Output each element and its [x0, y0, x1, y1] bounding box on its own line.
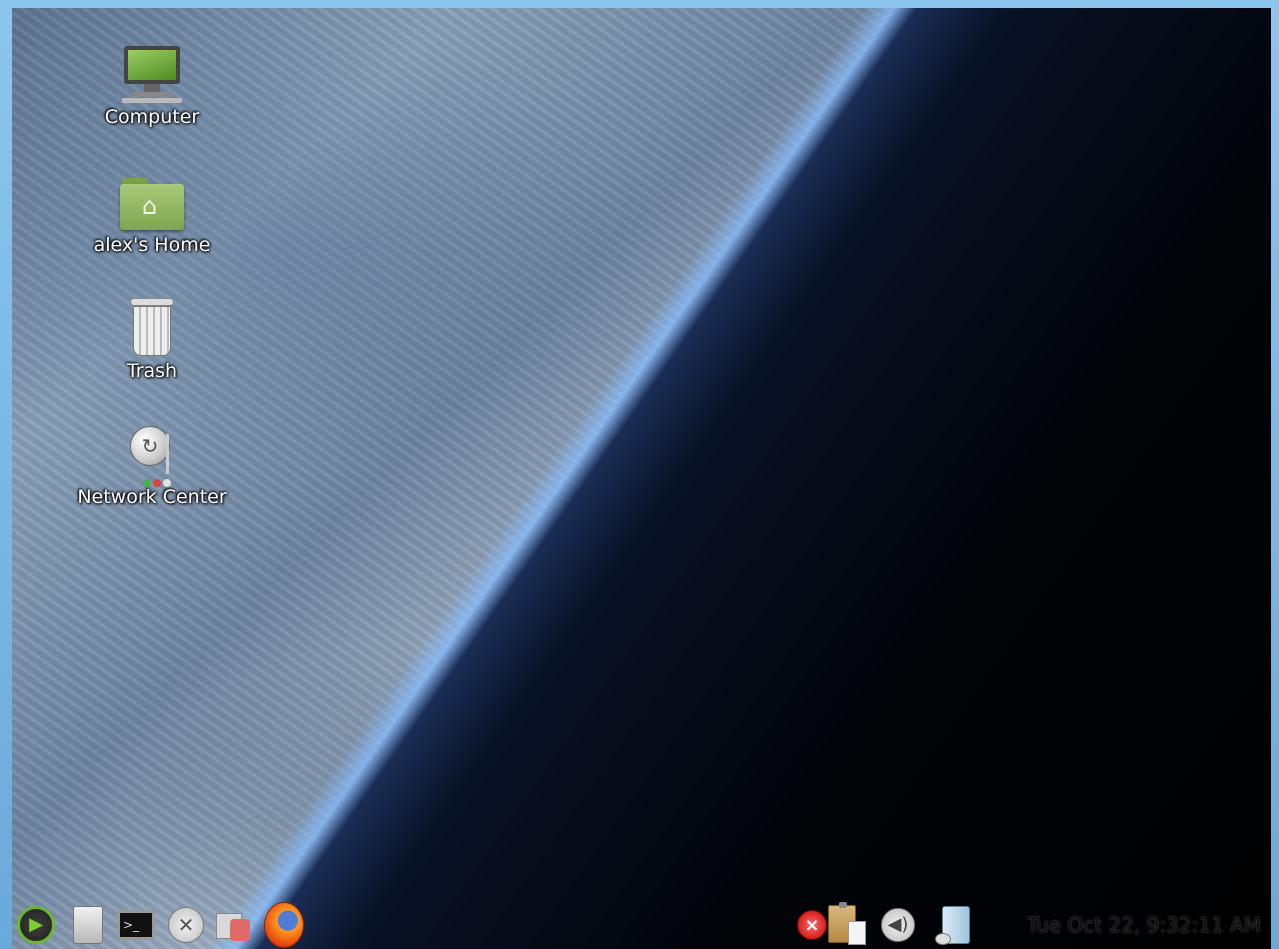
- battery-icon: [935, 906, 970, 945]
- files-button[interactable]: [68, 905, 108, 945]
- clipboard-tray-icon[interactable]: [828, 902, 868, 945]
- desktop-icon-network-center[interactable]: ↻ Network Center: [72, 420, 232, 508]
- firefox-icon: [264, 902, 304, 948]
- settings-button[interactable]: ✕: [166, 905, 206, 945]
- terminal-icon: >_: [117, 910, 155, 940]
- network-center-icon: ↻: [116, 420, 188, 492]
- terminal-button[interactable]: >_: [116, 905, 156, 945]
- firefox-button[interactable]: [264, 902, 304, 948]
- error-icon: ×: [797, 910, 827, 940]
- desktop-icon-computer[interactable]: Computer: [72, 40, 232, 128]
- error-tray-icon[interactable]: ×: [792, 905, 832, 945]
- desktop-icon-home[interactable]: ⌂ alex's Home: [72, 168, 232, 256]
- taskbar: ▶ >_ ✕ × ◀) Tue Oct 22, 9:32:11 AM: [12, 901, 1271, 949]
- volume-tray-icon[interactable]: ◀): [878, 905, 918, 945]
- package-icon: [214, 907, 254, 943]
- clock[interactable]: Tue Oct 22, 9:32:11 AM: [1027, 913, 1261, 937]
- window-frame: Computer ⌂ alex's Home Trash ↻ Network C…: [0, 0, 1279, 949]
- battery-tray-icon[interactable]: [935, 905, 976, 945]
- trash-icon: [116, 294, 188, 366]
- desktop-background[interactable]: Computer ⌂ alex's Home Trash ↻ Network C…: [12, 8, 1271, 949]
- menu-button[interactable]: ▶: [16, 905, 56, 945]
- computer-icon: [116, 40, 188, 112]
- speaker-icon: ◀): [881, 908, 915, 942]
- tools-icon: ✕: [168, 907, 204, 943]
- start-menu-icon: ▶: [17, 906, 55, 944]
- home-folder-icon: ⌂: [116, 168, 188, 240]
- package-manager-button[interactable]: [214, 905, 254, 945]
- file-manager-icon: [73, 906, 103, 944]
- desktop-icon-trash[interactable]: Trash: [72, 294, 232, 382]
